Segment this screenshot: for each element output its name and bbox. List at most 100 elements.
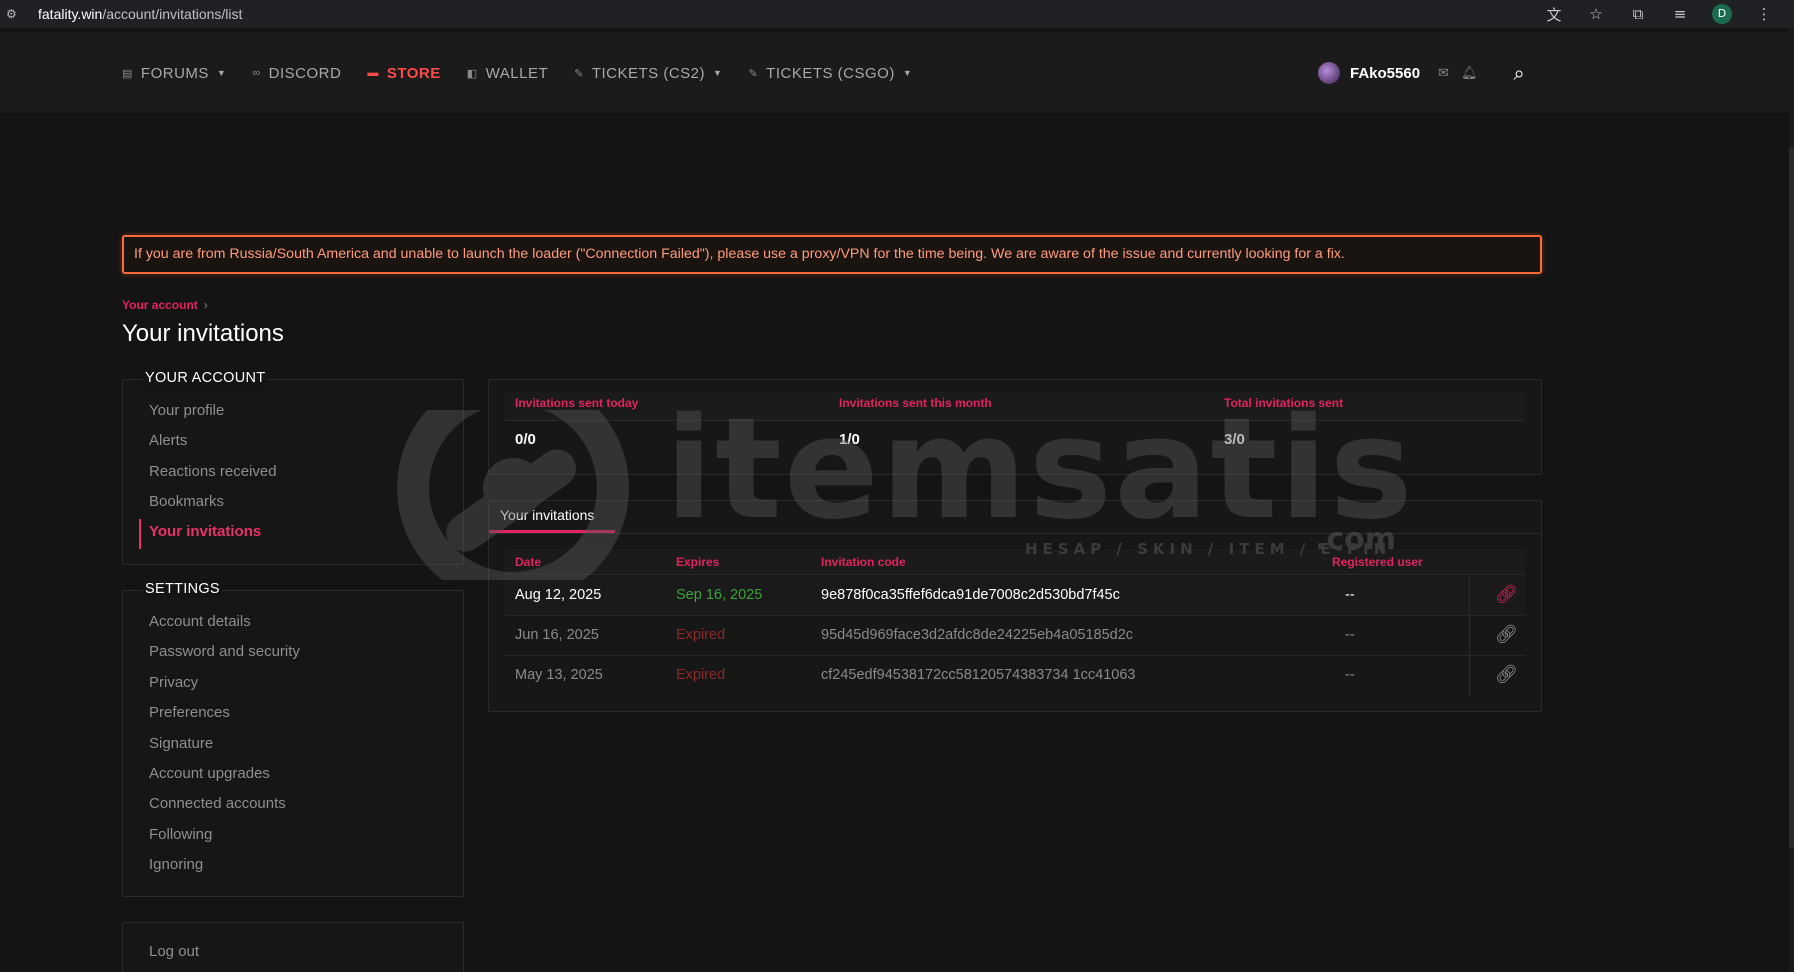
bell-icon[interactable]: 🔔︎ xyxy=(1461,66,1478,81)
breadcrumb-your-account[interactable]: Your account xyxy=(122,298,198,312)
wallet-icon: ◧ xyxy=(466,67,478,80)
table-row: May 13, 2025 Expired cf245edf94538172cc5… xyxy=(505,656,1525,696)
store-icon: ▬ xyxy=(367,67,379,79)
nav-tickets-csgo[interactable]: ✎ TICKETS (CSGO) ▼ xyxy=(748,65,912,82)
url-host: fatality.win xyxy=(38,6,103,22)
browser-toolbar: ⚙ fatality.win/account/invitations/list … xyxy=(0,0,1794,28)
address-bar[interactable]: fatality.win/account/invitations/list xyxy=(38,6,242,22)
nav-store[interactable]: ▬ STORE xyxy=(367,65,440,82)
table-row: Aug 12, 2025 Sep 16, 2025 9e878f0ca35ffe… xyxy=(505,576,1525,616)
discord-icon: ∞ xyxy=(252,67,261,79)
tab-your-invitations[interactable]: Your invitations xyxy=(489,501,615,533)
row-date: May 13, 2025 xyxy=(515,667,603,683)
sidebar-item-reactions[interactable]: Reactions received xyxy=(149,463,277,480)
sidebar-item-following[interactable]: Following xyxy=(149,826,212,843)
main-nav: ▤ FORUMS ▼ ∞ DISCORD ▬ STORE ◧ WALLET ✎ TICKET… xyxy=(122,32,912,114)
sidebar-item-privacy[interactable]: Privacy xyxy=(149,674,198,691)
link-icon[interactable]: 🔗︎ xyxy=(1495,664,1518,685)
sidebar-settings-heading: SETTINGS xyxy=(143,581,222,597)
column-invitation-code: Invitation code xyxy=(821,555,906,569)
sidebar-settings-block: SETTINGS Account details Password and se… xyxy=(122,581,464,897)
stats-divider xyxy=(505,420,1525,421)
media-control-icon[interactable]: ≡ xyxy=(1670,5,1690,23)
breadcrumb-chevron-icon: › xyxy=(203,298,208,312)
stats-header-row xyxy=(505,392,1525,420)
scrollbar-thumb[interactable] xyxy=(1789,148,1794,848)
row-divider xyxy=(1469,656,1470,696)
page-title: Your invitations xyxy=(122,320,284,347)
sidebar-account-heading: YOUR ACCOUNT xyxy=(143,370,268,386)
profile-avatar[interactable]: D xyxy=(1712,4,1732,24)
row-registered-user: -- xyxy=(1345,667,1355,683)
sidebar-item-bookmarks[interactable]: Bookmarks xyxy=(149,493,224,510)
nav-tickets-cs2[interactable]: ✎ TICKETS (CS2) ▼ xyxy=(574,65,722,82)
extensions-icon[interactable]: ⧉ xyxy=(1628,5,1648,23)
nav-store-label: STORE xyxy=(386,64,441,82)
nav-discord-label: DISCORD xyxy=(268,64,342,82)
link-icon[interactable]: 🔗︎ xyxy=(1495,624,1518,645)
nav-wallet[interactable]: ◧ WALLET xyxy=(467,65,548,82)
chevron-down-icon: ▼ xyxy=(216,68,227,78)
search-icon[interactable]: ⌕ xyxy=(1513,61,1524,85)
invitations-panel: Your invitations Date Expires Invitation… xyxy=(488,500,1542,712)
page-scrollbar[interactable] xyxy=(1789,28,1794,972)
breadcrumb: Your account › xyxy=(122,298,208,312)
more-menu-icon[interactable]: ⋮ xyxy=(1754,5,1774,23)
row-date: Jun 16, 2025 xyxy=(515,627,599,643)
column-date: Date xyxy=(515,555,542,569)
sidebar-item-preferences[interactable]: Preferences xyxy=(149,704,230,721)
bookmark-star-icon[interactable]: ☆ xyxy=(1586,5,1606,23)
column-expires: Expires xyxy=(676,555,720,569)
nav-forums-label: FORUMS xyxy=(140,64,209,82)
sidebar-account-block: YOUR ACCOUNT Your profile Alerts Reactio… xyxy=(122,370,464,565)
sidebar-item-account-upgrades[interactable]: Account upgrades xyxy=(149,765,270,782)
row-invitation-code: 9e878f0ca35ffef6dca91de7008c2d530bd7f45c xyxy=(821,587,1120,603)
sidebar-item-invitations[interactable]: Your invitations xyxy=(149,523,261,540)
sidebar-item-profile[interactable]: Your profile xyxy=(149,402,224,419)
row-invitation-code: cf245edf94538172cc58120574383734 1cc4106… xyxy=(821,667,1136,683)
user-avatar[interactable] xyxy=(1318,62,1340,84)
username[interactable]: FAko5560 xyxy=(1350,65,1420,82)
forums-icon: ▤ xyxy=(122,67,133,80)
site-header: ▤ FORUMS ▼ ∞ DISCORD ▬ STORE ◧ WALLET ✎ TICKET… xyxy=(0,32,1789,114)
stats-today-label: Invitations sent today xyxy=(515,396,639,410)
sidebar-item-ignoring[interactable]: Ignoring xyxy=(149,856,203,873)
stats-today-value: 0/0 xyxy=(515,431,536,448)
column-registered-user: Registered user xyxy=(1332,555,1423,569)
nav-discord[interactable]: ∞ DISCORD xyxy=(252,65,341,82)
invitation-stats-panel: Invitations sent today Invitations sent … xyxy=(488,379,1542,475)
sidebar-logout-block: Log out xyxy=(122,922,464,972)
stats-total-value: 3/0 xyxy=(1224,431,1245,448)
nav-tickets-csgo-label: TICKETS (CSGO) xyxy=(766,64,895,82)
stats-total-label: Total invitations sent xyxy=(1224,396,1344,410)
ticket-icon: ✎ xyxy=(574,67,584,80)
row-registered-user: -- xyxy=(1345,587,1355,603)
notice-banner: If you are from Russia/South America and… xyxy=(122,235,1542,274)
table-row: Jun 16, 2025 Expired 95d45d969face3d2afd… xyxy=(505,616,1525,656)
inbox-icon[interactable]: ✉ xyxy=(1438,66,1449,81)
sidebar-item-connected-accounts[interactable]: Connected accounts xyxy=(149,795,286,812)
nav-forums[interactable]: ▤ FORUMS ▼ xyxy=(122,65,226,82)
row-divider xyxy=(1469,576,1470,616)
nav-wallet-label: WALLET xyxy=(485,64,549,82)
translate-icon[interactable]: 文 xyxy=(1544,4,1564,25)
link-icon[interactable]: 🔗︎ xyxy=(1495,584,1518,605)
sidebar-item-account-details[interactable]: Account details xyxy=(149,613,251,630)
logout-link[interactable]: Log out xyxy=(149,943,199,960)
sidebar-item-alerts[interactable]: Alerts xyxy=(149,432,187,449)
tab-divider xyxy=(489,533,1541,534)
row-expires: Expired xyxy=(676,667,726,683)
chevron-down-icon: ▼ xyxy=(713,68,723,78)
stats-month-value: 1/0 xyxy=(839,431,860,448)
url-path: /account/invitations/list xyxy=(102,6,243,22)
site-settings-icon[interactable]: ⚙ xyxy=(6,7,22,21)
sidebar-item-signature[interactable]: Signature xyxy=(149,735,213,752)
sidebar-active-indicator xyxy=(139,519,141,549)
sidebar-item-password-security[interactable]: Password and security xyxy=(149,643,300,660)
row-date: Aug 12, 2025 xyxy=(515,587,602,603)
row-registered-user: -- xyxy=(1345,627,1355,643)
chevron-down-icon: ▼ xyxy=(902,68,913,78)
nav-tickets-cs2-label: TICKETS (CS2) xyxy=(591,64,706,82)
row-expires: Sep 16, 2025 xyxy=(676,587,763,603)
stats-month-label: Invitations sent this month xyxy=(839,396,992,410)
